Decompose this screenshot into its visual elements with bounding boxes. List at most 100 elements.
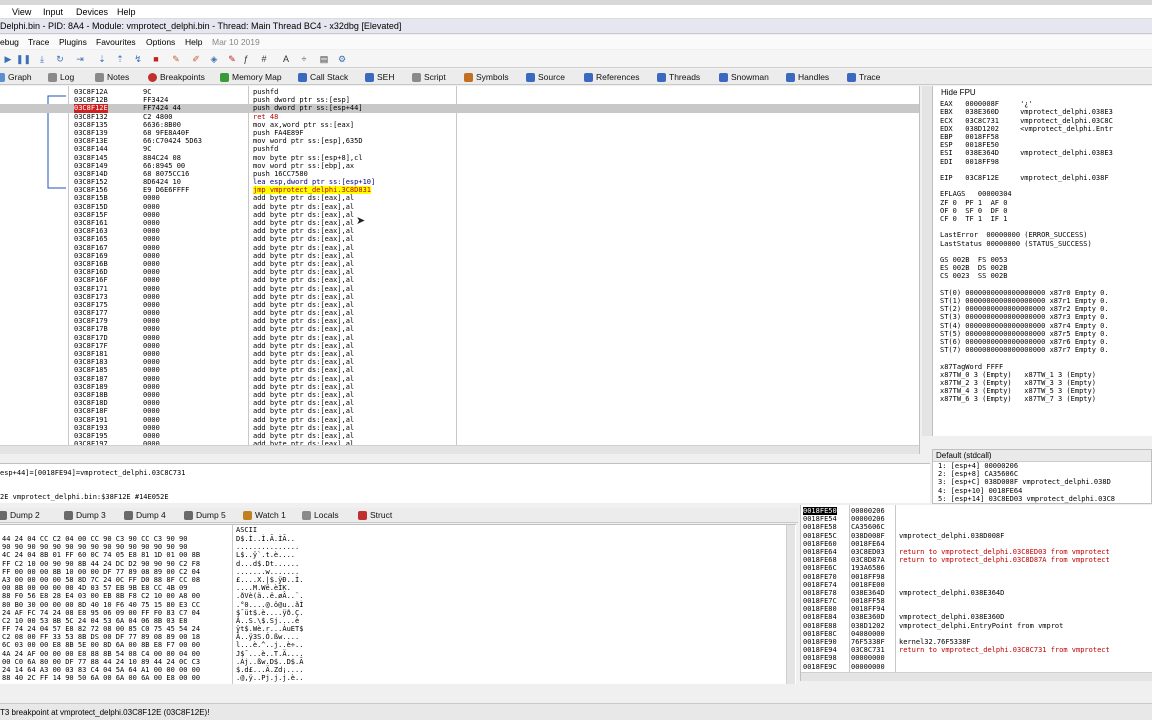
dump-row[interactable]: 00 8B 00 00 00 00 4D 03 57 EB 9B E8 CC 4… xyxy=(0,584,790,592)
stack-row[interactable]: 0018FE54 00000206 xyxy=(801,515,1152,523)
disasm-row[interactable]: 03C8F12B FF3424 push dword ptr ss:[esp] xyxy=(0,96,919,104)
tab-notes[interactable]: Notes xyxy=(95,71,129,84)
disasm-row[interactable]: 03C8F18D 0000 add byte ptr ds:[eax],al xyxy=(0,399,919,407)
disasm-row[interactable]: 03C8F16F 0000 add byte ptr ds:[eax],al xyxy=(0,276,919,284)
disasm-row[interactable]: 03C8F132 C2 4800 ret 48 xyxy=(0,113,919,121)
disasm-row[interactable]: 03C8F169 0000 add byte ptr ds:[eax],al xyxy=(0,252,919,260)
dump-row[interactable]: 80 B0 30 00 00 00 8D 40 10 F6 40 75 15 8… xyxy=(0,601,790,609)
dump-row[interactable]: 88 40 2C FF 14 90 50 6A 00 6A 00 6A 00 E… xyxy=(0,674,790,682)
disasm-row[interactable]: 03C8F173 0000 add byte ptr ds:[eax],al xyxy=(0,293,919,301)
tab-dump-3[interactable]: Dump 3 xyxy=(64,509,106,522)
disasm-row[interactable]: 03C8F181 0000 add byte ptr ds:[eax],al xyxy=(0,350,919,358)
bookmark-icon[interactable]: ✎ xyxy=(226,53,238,65)
disasm-row[interactable]: 03C8F15B 0000 add byte ptr ds:[eax],al xyxy=(0,194,919,202)
disasm-row[interactable]: 03C8F17D 0000 add byte ptr ds:[eax],al xyxy=(0,334,919,342)
stack-row[interactable]: 0018FE80 0018FF94 xyxy=(801,605,1152,613)
disasm-row[interactable]: 03C8F185 0000 add byte ptr ds:[eax],al xyxy=(0,366,919,374)
execute-till-return-icon[interactable]: ⇣ xyxy=(96,53,108,65)
tab-dump-5[interactable]: Dump 5 xyxy=(184,509,226,522)
disasm-row[interactable]: 03C8F139 68 9FE8A40F push FA4E89F xyxy=(0,129,919,137)
disassembly-pane[interactable]: 03C8F12A 9C pushfd 03C8F12B FF3424 push dword… xyxy=(0,86,920,454)
log-icon[interactable]: ▤ xyxy=(318,53,330,65)
menu-view[interactable]: View xyxy=(12,7,31,17)
tab-source[interactable]: Source xyxy=(526,71,565,84)
settings-icon[interactable]: ⚙ xyxy=(336,53,348,65)
tab-references[interactable]: References xyxy=(584,71,639,84)
stack-row[interactable]: 0018FE50 00000206 xyxy=(801,507,1152,516)
disasm-row[interactable]: 03C8F167 0000 add byte ptr ds:[eax],al xyxy=(0,244,919,252)
disasm-row[interactable]: 03C8F161 0000 add byte ptr ds:[eax],al xyxy=(0,219,919,227)
stack-row[interactable]: 0018FE94 03C8C731 return to vmprotect_delp… xyxy=(801,646,1152,654)
tab-script[interactable]: Script xyxy=(412,71,446,84)
dump-row[interactable]: 00 C0 6A 80 00 DF 77 88 44 24 10 89 44 2… xyxy=(0,658,790,666)
dump-row[interactable]: 4A 24 AF 00 00 00 E8 88 8B 54 08 C4 00 0… xyxy=(0,650,790,658)
dump-row[interactable]: A3 00 00 00 00 58 8D 7C 24 0C FF D0 88 8… xyxy=(0,576,790,584)
patch-icon[interactable]: ✎ xyxy=(170,53,182,65)
dump-vscroll[interactable] xyxy=(786,525,795,684)
disasm-hscroll[interactable] xyxy=(0,445,919,454)
dump-row[interactable]: 4C 24 04 8B 01 FF 60 0C 74 05 E8 81 1D 0… xyxy=(0,551,790,559)
stack-row[interactable]: 0018FE78 038E364D vmprotect_delphi.038E364… xyxy=(801,589,1152,597)
disasm-row[interactable]: 03C8F17F 0000 add byte ptr ds:[eax],al xyxy=(0,342,919,350)
disasm-row[interactable]: 03C8F18B 0000 add byte ptr ds:[eax],al xyxy=(0,391,919,399)
disasm-row[interactable]: 03C8F165 0000 add byte ptr ds:[eax],al xyxy=(0,235,919,243)
dump-row[interactable]: 24 14 64 A3 00 03 83 C4 04 5A 64 A1 00 0… xyxy=(0,666,790,674)
dump-row[interactable]: C2 08 00 FF 33 53 8B DS 00 DF 77 89 08 8… xyxy=(0,633,790,641)
tab-threads[interactable]: Threads xyxy=(657,71,700,84)
disasm-row[interactable]: 03C8F145 884C24 08 mov byte ptr ss:[esp+8]… xyxy=(0,154,919,162)
disasm-row[interactable]: 03C8F193 0000 add byte ptr ds:[eax],al xyxy=(0,424,919,432)
disasm-row[interactable]: 03C8F15D 0000 add byte ptr ds:[eax],al xyxy=(0,203,919,211)
menu-devices[interactable]: Devices xyxy=(76,7,108,17)
dump-row[interactable]: FF C2 10 00 90 90 8B 44 24 DC D2 90 90 9… xyxy=(0,560,790,568)
stack-row[interactable]: 0018FE6C 193A6586 xyxy=(801,564,1152,572)
disasm-row[interactable]: 03C8F13E 66:C70424 5D63 mov word ptr ss:[e… xyxy=(0,137,919,145)
disasm-row[interactable]: 03C8F179 0000 add byte ptr ds:[eax],al xyxy=(0,317,919,325)
pause-icon[interactable]: ❚❚ xyxy=(16,53,31,65)
tab-symbols[interactable]: Symbols xyxy=(464,71,509,84)
dump-row[interactable]: FF 00 00 00 8B 10 00 00 DF 77 89 08 89 0… xyxy=(0,568,790,576)
restart-icon[interactable]: ⤓ xyxy=(36,53,48,65)
disasm-row[interactable]: 03C8F15F 0000 add byte ptr ds:[eax],al xyxy=(0,211,919,219)
stack-row[interactable]: 0018FE68 03C8D87A return to vmprotect_delp… xyxy=(801,556,1152,564)
disasm-row[interactable]: 03C8F144 9C pushfd xyxy=(0,145,919,153)
dump-row[interactable]: 88 F0 56 E8 28 E4 03 00 EB 8B F8 C2 10 0… xyxy=(0,592,790,600)
stack-row[interactable]: 0018FE9C 00000000 xyxy=(801,663,1152,671)
disasm-row[interactable]: 03C8F189 0000 add byte ptr ds:[eax],al xyxy=(0,383,919,391)
dump-row[interactable]: C2 10 00 53 8B 5C 24 04 53 6A 04 06 8B 0… xyxy=(0,617,790,625)
dump-pane[interactable]: ASCII 44 24 04 CC C2 04 00 CC 90 C3 90 C… xyxy=(0,524,796,684)
run-to-user-icon[interactable]: ⇡ xyxy=(114,53,126,65)
stack-pane[interactable]: 0018FE50 00000206 0018FE54 00000206 0018FE58… xyxy=(800,505,1152,681)
disasm-row[interactable]: 03C8F156 E9 D6E6FFFF jmp vmprotect_delphi.… xyxy=(0,186,919,195)
disasm-row[interactable]: 03C8F163 0000 add byte ptr ds:[eax],al xyxy=(0,227,919,235)
dump-row[interactable]: 90 90 90 90 90 90 90 90 90 90 90 90 90 9… xyxy=(0,543,790,551)
trace-icon[interactable]: ↯ xyxy=(132,53,144,65)
disasm-row[interactable]: 03C8F152 8D6424 10 lea esp,dword ptr ss:[e… xyxy=(0,178,919,186)
dump-row[interactable]: 24 AF FC 74 24 08 E8 95 06 09 00 FF F0 8… xyxy=(0,609,790,617)
step-over-icon[interactable]: ⇥ xyxy=(74,53,86,65)
stack-row[interactable]: 0018FE70 0018FF98 xyxy=(801,573,1152,581)
stack-row[interactable]: 0018FE64 03C8ED03 return to vmprotect_delp… xyxy=(801,548,1152,556)
menu-favourites[interactable]: Favourites xyxy=(96,37,136,47)
stack-row[interactable]: 0018FE8C 04080000 xyxy=(801,630,1152,638)
tab-breakpoints[interactable]: Breakpoints xyxy=(148,71,205,84)
tab-watch-1[interactable]: Watch 1 xyxy=(243,509,286,522)
disasm-row[interactable]: 03C8F135 6636:8B00 mov ax,word ptr ss:[eax… xyxy=(0,121,919,129)
disasm-row[interactable]: 03C8F191 0000 add byte ptr ds:[eax],al xyxy=(0,416,919,424)
menu-input[interactable]: Input xyxy=(43,7,63,17)
dump-row[interactable]: FF 74 24 04 57 E8 82 72 08 00 85 C0 75 4… xyxy=(0,625,790,633)
menu-trace[interactable]: Trace xyxy=(28,37,49,47)
tab-snowman[interactable]: Snowman xyxy=(719,71,769,84)
tab-struct[interactable]: Struct xyxy=(358,509,392,522)
comment-icon[interactable]: ✐ xyxy=(190,53,202,65)
dump-row[interactable]: 6C 03 00 00 E8 8B 5E 00 8D 6A 00 8B E8 F… xyxy=(0,641,790,649)
disasm-row[interactable]: 03C8F12A 9C pushfd xyxy=(0,88,919,96)
disasm-row[interactable]: 03C8F187 0000 add byte ptr ds:[eax],al xyxy=(0,375,919,383)
disasm-row[interactable]: 03C8F195 0000 add byte ptr ds:[eax],al xyxy=(0,432,919,440)
step-into-icon[interactable]: ↻ xyxy=(54,53,66,65)
stack-row[interactable]: 0018FE60 0018FE64 xyxy=(801,540,1152,548)
stack-row[interactable]: 0018FE88 038D1202 vmprotect_delphi.EntryPo… xyxy=(801,622,1152,630)
tab-handles[interactable]: Handles xyxy=(786,71,829,84)
font-icon[interactable]: A xyxy=(280,53,292,65)
stack-row[interactable]: 0018FE7C 0018FF58 xyxy=(801,597,1152,605)
tab-memory-map[interactable]: Memory Map xyxy=(220,71,282,84)
